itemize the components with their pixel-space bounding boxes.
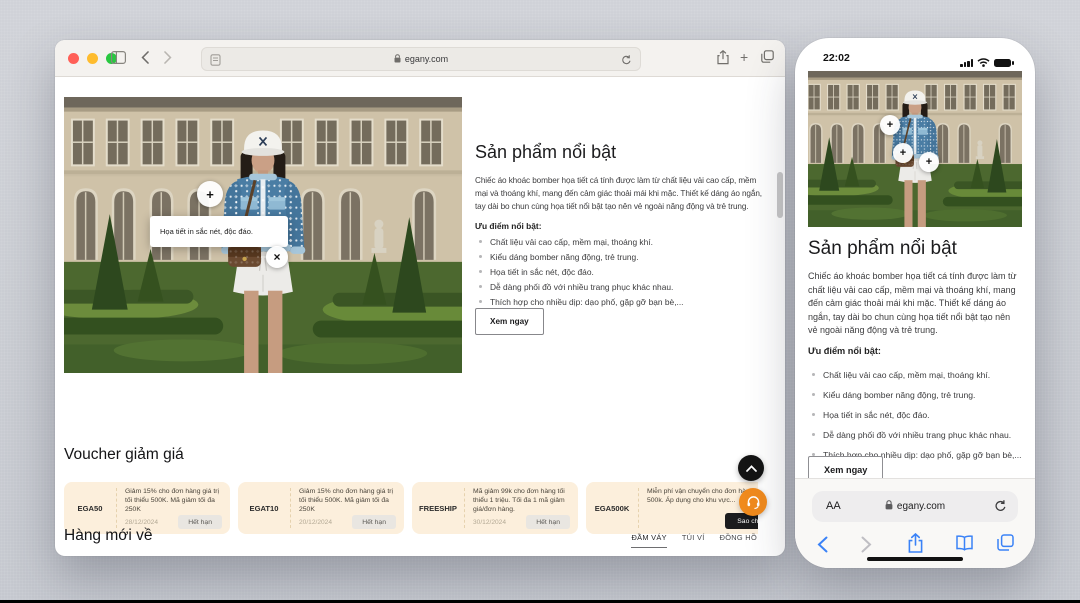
hero-image: + + + bbox=[808, 71, 1022, 227]
new-arrivals-tabs: ĐẦM VÁY TÚI VÍ ĐỒNG HỒ bbox=[631, 533, 757, 548]
safari-bottom-bar: AA egany.com bbox=[795, 478, 1035, 568]
wifi-icon bbox=[977, 54, 990, 72]
view-now-button[interactable]: Xem ngay bbox=[475, 308, 544, 335]
highlights-label: Ưu điểm nổi bật: bbox=[475, 221, 542, 231]
plus-icon: + bbox=[887, 119, 893, 131]
tab-dong-ho[interactable]: ĐỒNG HỒ bbox=[720, 533, 757, 548]
battery-icon bbox=[994, 59, 1011, 68]
product-title: Sản phẩm nổi bật bbox=[808, 238, 957, 260]
hero-hotspot-plus[interactable]: + bbox=[197, 181, 223, 207]
chevron-up-icon bbox=[746, 465, 757, 472]
status-bar: 22:02 bbox=[795, 38, 1035, 70]
voucher-code: EGAT10 bbox=[238, 482, 290, 534]
highlights-list: Chất liệu vải cao cấp, mềm mại, thoáng k… bbox=[808, 368, 1022, 468]
voucher-code: EGA500K bbox=[586, 482, 638, 534]
plus-icon: + bbox=[206, 187, 214, 202]
scrollbar-thumb[interactable] bbox=[777, 172, 783, 218]
mobile-phone: 22:02 + + + Sản phẩm nổi bật Chiếc áo kh… bbox=[795, 38, 1035, 568]
featured-product-section: Sản phẩm nổi bật Chiếc áo khoác bomber h… bbox=[475, 40, 763, 373]
share-icon[interactable] bbox=[907, 533, 924, 559]
bullet-icon bbox=[812, 433, 815, 436]
highlight-item: Thích hợp cho nhiều dịp: dạo phố, gặp gỡ… bbox=[475, 296, 684, 307]
voucher-code: FREESHIP bbox=[412, 482, 464, 534]
tab-dam-vay[interactable]: ĐẦM VÁY bbox=[631, 533, 666, 548]
address-url: egany.com bbox=[897, 501, 945, 512]
page-settings-icon[interactable] bbox=[210, 53, 221, 71]
bullet-icon bbox=[812, 393, 815, 396]
tabs-overview-icon[interactable] bbox=[997, 534, 1014, 556]
bullet-icon bbox=[479, 255, 482, 258]
chat-support-button[interactable] bbox=[739, 488, 767, 516]
hero-hotspot-plus[interactable]: + bbox=[880, 115, 900, 135]
lock-icon bbox=[394, 54, 401, 65]
home-indicator[interactable] bbox=[867, 557, 963, 561]
back-icon[interactable] bbox=[817, 536, 828, 558]
close-window-button[interactable] bbox=[68, 53, 79, 64]
hero-hotspot-plus[interactable]: + bbox=[893, 143, 913, 163]
mobile-address-bar[interactable]: AA egany.com bbox=[812, 491, 1018, 522]
window-controls bbox=[68, 53, 117, 64]
highlight-item: Dễ dàng phối đồ với nhiều trang phục khá… bbox=[475, 281, 684, 292]
minimize-window-button[interactable] bbox=[87, 53, 98, 64]
voucher-expiry-date: 20/12/2024 bbox=[299, 519, 332, 526]
highlight-item: Kiểu dáng bomber năng động, trẻ trung. bbox=[475, 251, 684, 262]
tab-tui-vi[interactable]: TÚI VÍ bbox=[682, 533, 705, 548]
highlight-item: Họa tiết in sắc nét, độc đáo. bbox=[475, 266, 684, 277]
bullet-icon bbox=[479, 240, 482, 243]
product-title: Sản phẩm nổi bật bbox=[475, 142, 616, 163]
highlight-item: Chất liệu vải cao cấp, mềm mại, thoáng k… bbox=[475, 236, 684, 247]
hero-hotspot-plus[interactable]: + bbox=[919, 152, 939, 172]
reload-icon[interactable] bbox=[994, 499, 1007, 518]
close-icon: × bbox=[273, 250, 280, 264]
scroll-to-top-button[interactable] bbox=[738, 455, 764, 481]
voucher-carousel: EGA50 Giảm 15% cho đơn hàng giá trị tối … bbox=[64, 482, 758, 536]
forward-icon[interactable] bbox=[861, 536, 872, 558]
voucher-expiry-date: 30/12/2024 bbox=[473, 519, 506, 526]
bookmarks-icon[interactable] bbox=[955, 535, 974, 556]
highlights-list: Chất liệu vải cao cấp, mềm mại, thoáng k… bbox=[475, 236, 684, 311]
cellular-signal-icon bbox=[960, 59, 973, 67]
voucher-description: Giảm 15% cho đơn hàng giá trị tối thiểu … bbox=[125, 488, 222, 514]
voucher-section-title: Voucher giảm giá bbox=[64, 446, 184, 464]
hero-hotspot-tooltip: Họa tiết in sắc nét, độc đáo. bbox=[150, 216, 288, 247]
voucher-expired-button[interactable]: Hết hạn bbox=[526, 515, 570, 529]
voucher-card[interactable]: FREESHIP Mã giảm 99k cho đơn hàng tối th… bbox=[412, 482, 578, 534]
voucher-expiry-date: 28/12/2024 bbox=[125, 519, 158, 526]
plus-icon: + bbox=[926, 156, 932, 168]
highlight-item: Kiểu dáng bomber năng động, trẻ trung. bbox=[808, 388, 1022, 401]
back-icon[interactable] bbox=[141, 51, 149, 69]
highlight-item: Dễ dàng phối đồ với nhiều trang phục khá… bbox=[808, 428, 1022, 441]
status-time: 22:02 bbox=[823, 52, 850, 64]
bullet-icon bbox=[812, 413, 815, 416]
sidebar-icon[interactable] bbox=[111, 51, 126, 69]
voucher-expired-button[interactable]: Hết hạn bbox=[178, 515, 222, 529]
bullet-icon bbox=[479, 285, 482, 288]
bullet-icon bbox=[479, 300, 482, 303]
voucher-description: Giảm 15% cho đơn hàng giá trị tối thiểu … bbox=[299, 488, 396, 514]
product-description: Chiếc áo khoác bomber họa tiết cá tính đ… bbox=[808, 270, 1022, 338]
headset-icon bbox=[746, 495, 761, 510]
plus-icon: + bbox=[900, 147, 906, 159]
bullet-icon bbox=[479, 270, 482, 273]
bullet-icon bbox=[812, 373, 815, 376]
voucher-card[interactable]: EGA500K Miễn phí vận chuyển cho đơn hàng… bbox=[586, 482, 758, 534]
highlight-item: Họa tiết in sắc nét, độc đáo. bbox=[808, 408, 1022, 421]
product-description: Chiếc áo khoác bomber họa tiết cá tính đ… bbox=[475, 174, 763, 213]
highlights-label: Ưu điểm nổi bật: bbox=[808, 346, 881, 356]
forward-icon[interactable] bbox=[164, 51, 172, 69]
highlight-item: Chất liệu vải cao cấp, mềm mại, thoáng k… bbox=[808, 368, 1022, 381]
voucher-description: Mã giảm 99k cho đơn hàng tối thiểu 1 tri… bbox=[473, 488, 570, 514]
voucher-card[interactable]: EGAT10 Giảm 15% cho đơn hàng giá trị tối… bbox=[238, 482, 404, 534]
desktop-browser-window: egany.com + + Họa tiết in sắc nét, độc đ… bbox=[55, 40, 785, 556]
new-arrivals-title: Hàng mới về bbox=[64, 527, 153, 545]
address-url: egany.com bbox=[405, 54, 448, 64]
voucher-expired-button[interactable]: Hết hạn bbox=[352, 515, 396, 529]
hero-image: + Họa tiết in sắc nét, độc đáo. × bbox=[64, 97, 462, 373]
hero-tooltip-close-button[interactable]: × bbox=[266, 246, 288, 268]
lock-icon bbox=[885, 500, 893, 513]
